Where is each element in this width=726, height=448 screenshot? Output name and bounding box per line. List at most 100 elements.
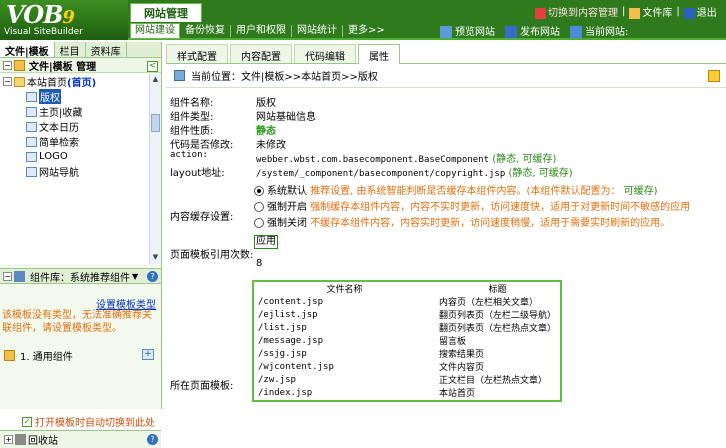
tab-content-config[interactable]: 内容配置 — [230, 44, 292, 63]
divider: | — [676, 6, 680, 17]
cache-option-force-on[interactable]: 强制开启 强制缓存本组件内容，内容不实时更新，访问速度快，适用于对更新时间不敏感… — [254, 198, 690, 213]
component-icon — [4, 349, 15, 361]
component-icon — [26, 91, 37, 102]
up-level-icon[interactable] — [708, 70, 720, 82]
publish-site-button[interactable]: 发布网站 — [505, 23, 560, 38]
publish-icon — [505, 26, 517, 38]
location-icon — [174, 70, 185, 81]
add-icon[interactable]: + — [142, 349, 154, 360]
component-icon — [26, 136, 37, 147]
left-title-bar: − 文件|模板 管理 < — [0, 58, 161, 73]
recycle-bin-icon — [15, 434, 26, 445]
current-site-selector[interactable]: 当前网站: — [570, 23, 628, 38]
component-icon — [26, 121, 37, 132]
collapse-icon[interactable]: − — [3, 77, 12, 86]
preview-site-button[interactable]: 预览网站 — [440, 23, 495, 38]
prop-label: 组件性质: — [170, 126, 214, 137]
site-icon — [570, 26, 582, 38]
left-panel: 文件|模板 栏目 资料库 − 文件|模板 管理 < − 本站首页 (首页) 版权… — [0, 42, 162, 448]
home-icon — [14, 76, 25, 87]
divider: | — [622, 6, 626, 17]
table-row: /zw.jsp 正文栏目（左栏热点文章） — [258, 374, 547, 387]
left-tabs: 文件|模板 栏目 资料库 — [0, 42, 161, 58]
chevron-down-icon[interactable]: ▼ — [132, 272, 138, 281]
component-lib-icon — [14, 270, 25, 282]
component-icon — [26, 106, 37, 117]
code-modified-status: 未修改 — [256, 140, 286, 151]
cache-option-default[interactable]: 系统默认 推荐设置, 由系统智能判断是否缓存本组件内容。(本组件默认配置为： 可… — [254, 182, 658, 197]
table-row: /content.jsp 内容页（左栏相关文章） — [258, 296, 538, 309]
tree-item[interactable]: 网站导航 — [0, 164, 150, 179]
layout-value: /system/_component/basecomponent/copyrig… — [256, 168, 573, 179]
expand-icon[interactable]: + — [4, 435, 13, 444]
tab-style-config[interactable]: 样式配置 — [166, 44, 228, 63]
main-area: 样式配置 内容配置 代码编辑 属性 当前位置：文件|模板>>本站首页>>版权 组… — [166, 44, 726, 409]
tree-scrollbar[interactable]: ▲ ▼ — [149, 74, 161, 264]
tree-root[interactable]: − 本站首页 (首页) — [0, 74, 150, 89]
recycle-bin-bar[interactable]: + 回收站 ? — [0, 430, 161, 448]
radio-force-off[interactable] — [254, 218, 264, 228]
prop-label: layout地址: — [170, 168, 225, 179]
library-link[interactable]: 文件库 — [629, 4, 672, 19]
tab-properties[interactable]: 属性 — [358, 44, 400, 64]
subnav-backup-restore[interactable]: 备份恢复 — [180, 25, 231, 37]
scroll-thumb[interactable] — [151, 114, 160, 132]
tab-columns[interactable]: 栏目 — [55, 42, 86, 58]
logo: VOB9 Visual SiteBuilder — [0, 0, 128, 40]
collapse-panel-button[interactable]: < — [147, 61, 158, 72]
tree-item[interactable]: 版权 — [0, 89, 150, 104]
action-value: webber.wbst.com.basecomponent.BaseCompon… — [256, 154, 557, 165]
radio-default[interactable] — [254, 186, 264, 196]
radio-force-on[interactable] — [254, 202, 264, 212]
preview-icon — [440, 26, 452, 38]
tab-site-management[interactable]: 网站管理 — [130, 3, 202, 22]
template-tree: − 本站首页 (首页) 版权 主页|收藏 文本日历 简单检索 LOGO 网站导航 — [0, 74, 150, 264]
main-tabs: 样式配置 内容配置 代码编辑 属性 — [166, 44, 726, 64]
subnav-more[interactable]: 更多>> — [343, 25, 390, 37]
top-links: 切换到内容管理 | 文件库 | 退出 — [535, 4, 717, 19]
collapse-icon[interactable]: − — [3, 271, 12, 281]
cache-option-force-off[interactable]: 强制关闭 不缓存本组件内容，内容实时更新，访问速度稍慢，适用于需要实时刷新的应用… — [254, 214, 670, 229]
prop-label: 页面模板引用次数: — [170, 250, 254, 261]
collapse-icon[interactable]: − — [3, 60, 12, 70]
column-header: 标题 — [488, 285, 507, 295]
table-row: /message.jsp 留言板 — [258, 335, 466, 348]
tab-files-templates[interactable]: 文件|模板 — [0, 42, 55, 58]
tree-item[interactable]: LOGO — [0, 149, 150, 164]
scroll-up-icon[interactable]: ▲ — [151, 75, 160, 85]
table-row: /wjcontent.jsp 文件内容页 — [258, 361, 484, 374]
auto-switch-checkbox[interactable]: ✓ — [22, 416, 32, 427]
subnav-site-build[interactable]: 网站建设 — [130, 23, 180, 39]
prop-label: 内容缓存设置: — [170, 212, 234, 223]
component-type: 网站基础信息 — [256, 112, 316, 123]
scroll-down-icon[interactable]: ▼ — [151, 253, 160, 263]
subnav-site-stats[interactable]: 网站统计 — [292, 25, 343, 37]
component-name: 版权 — [256, 98, 276, 109]
subnav-users-permissions[interactable]: 用户和权限 — [231, 25, 292, 37]
table-row: /ssjg.jsp 搜索结果页 — [258, 348, 484, 361]
switch-icon — [535, 7, 546, 19]
switch-content-link[interactable]: 切换到内容管理 — [535, 4, 618, 19]
left-title: 文件|模板 管理 — [29, 61, 97, 73]
exit-link[interactable]: 退出 — [683, 4, 717, 19]
page-template-table: 文件名称 标题 /content.jsp 内容页（左栏相关文章） /ejlist.… — [252, 280, 562, 402]
help-icon[interactable]: ? — [147, 434, 158, 445]
apply-button[interactable]: 应用 — [254, 235, 278, 249]
template-type-warning: 该模板没有类型，无法准确推荐关联组件，请设置模板类型。 — [2, 310, 152, 334]
logo-subtitle: Visual SiteBuilder — [4, 27, 83, 37]
tab-code-edit[interactable]: 代码编辑 — [294, 44, 356, 63]
table-row: /index.jsp 本站首页 — [258, 387, 475, 400]
component-library-select[interactable]: 组件库：系统推荐组件 — [30, 269, 130, 284]
folder-icon — [14, 59, 25, 71]
auto-switch-option[interactable]: ✓ 打开模板时自动切换到此处 — [22, 414, 155, 429]
tree-item[interactable]: 主页|收藏 — [0, 104, 150, 119]
help-icon[interactable]: ? — [147, 271, 158, 282]
top-bar: VOB9 Visual SiteBuilder 网站管理 网站建设 备份恢复 用… — [0, 0, 726, 40]
prop-label: 代码是否修改: — [170, 140, 234, 151]
tree-item[interactable]: 简单检索 — [0, 134, 150, 149]
tree-item[interactable]: 文本日历 — [0, 119, 150, 134]
tab-materials[interactable]: 资料库 — [86, 42, 127, 58]
component-icon — [26, 151, 37, 162]
common-components-item[interactable]: 1. 通用组件 + — [4, 348, 158, 363]
folder-icon — [629, 7, 641, 19]
